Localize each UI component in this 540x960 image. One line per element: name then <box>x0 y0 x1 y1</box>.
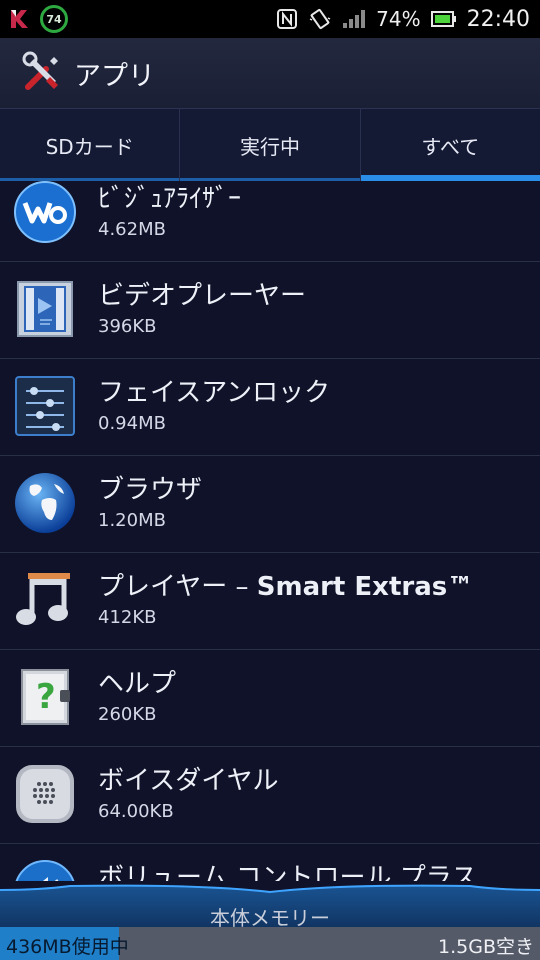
storage-free-text: 1.5GB空き <box>438 936 534 958</box>
face-unlock-icon <box>15 376 75 436</box>
battery-level-badge: 74 <box>40 5 68 33</box>
app-size: 260KB <box>98 704 157 725</box>
list-item[interactable]: ﾋﾞｼﾞｭｱﾗｲｻﾞｰ 4.62MB <box>0 181 540 262</box>
app-size: 412KB <box>98 607 157 628</box>
help-icon: ? <box>21 669 70 725</box>
battery-icon <box>430 11 456 27</box>
voice-dial-icon <box>16 765 74 823</box>
tab-label: SDカード <box>45 134 134 159</box>
browser-globe-icon <box>15 473 75 533</box>
action-bar: アプリ <box>0 38 540 109</box>
app-list[interactable]: ﾋﾞｼﾞｭｱﾗｲｻﾞｰ 4.62MB ビデオプレーヤー 396KB フェイスアン… <box>0 181 540 881</box>
app-size: 0.94MB <box>98 413 166 434</box>
app-name: ビデオプレーヤー <box>98 281 307 311</box>
settings-tools-icon <box>22 51 58 90</box>
video-player-icon <box>17 281 73 337</box>
list-item[interactable]: ブラウザ 1.20MB <box>0 456 540 553</box>
vibrate-icon <box>309 8 331 30</box>
list-item[interactable]: ボリューム コントロール プラス <box>0 844 540 881</box>
list-item[interactable]: プレイヤー – Smart Extras™ 412KB <box>0 553 540 650</box>
app-name: ﾋﾞｼﾞｭｱﾗｲｻﾞｰ <box>98 184 242 214</box>
app-name: ボリューム コントロール プラス <box>98 863 478 881</box>
battery-percent: 74% <box>376 7 421 31</box>
page-title: アプリ <box>74 60 155 92</box>
app-name-latin: Smart Extras™ <box>256 572 474 602</box>
list-item[interactable]: フェイスアンロック 0.94MB <box>0 359 540 456</box>
list-item[interactable]: ビデオプレーヤー 396KB <box>0 262 540 359</box>
list-item[interactable]: ? ヘルプ 260KB <box>0 650 540 747</box>
music-note-icon <box>16 573 70 625</box>
tab-label: すべて <box>421 134 480 159</box>
svg-text:?: ? <box>36 677 56 717</box>
app-size: 64.00KB <box>98 801 174 822</box>
app-name: ブラウザ <box>98 475 203 505</box>
storage-panel: 本体メモリー 436MB使用中 1.5GB空き <box>0 880 540 960</box>
storage-usage-bar: 436MB使用中 1.5GB空き <box>0 927 540 960</box>
app-size: 4.62MB <box>98 219 166 240</box>
tab-label: 実行中 <box>239 134 300 159</box>
tab-all[interactable]: すべて <box>360 109 540 181</box>
k-notification-icon <box>11 10 28 28</box>
tab-sd-card[interactable]: SDカード <box>0 109 181 181</box>
app-name: ヘルプ <box>98 669 177 699</box>
status-bar: 74 74% 22:40 <box>0 0 540 38</box>
tab-bar: SDカード 実行中 すべて <box>0 109 540 181</box>
list-item[interactable]: ボイスダイヤル 64.00KB <box>0 747 540 844</box>
app-name: ボイスダイヤル <box>98 766 279 796</box>
storage-used-text: 436MB使用中 <box>6 936 129 958</box>
nfc-icon <box>277 9 298 29</box>
app-name: プレイヤー – Smart Extras™ <box>98 572 474 602</box>
walkman-icon <box>14 181 76 243</box>
tab-running[interactable]: 実行中 <box>180 109 361 181</box>
app-size: 1.20MB <box>98 510 166 531</box>
signal-icon <box>343 10 366 28</box>
volume-icon <box>15 860 75 881</box>
clock: 22:40 <box>466 6 530 32</box>
app-name: フェイスアンロック <box>98 378 331 408</box>
app-size: 396KB <box>98 316 157 337</box>
